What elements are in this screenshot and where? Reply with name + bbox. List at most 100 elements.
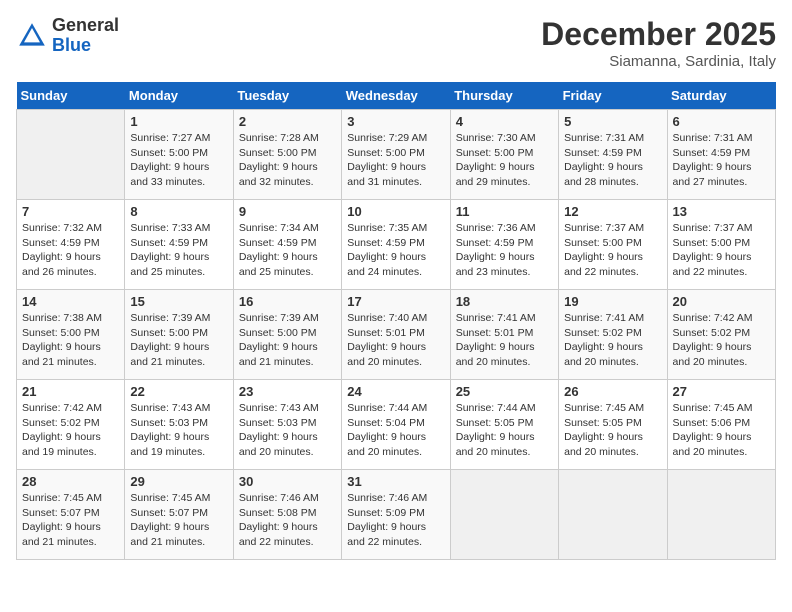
calendar-cell: 23 Sunrise: 7:43 AMSunset: 5:03 PMDayligh… [233,380,341,470]
day-number: 26 [564,384,661,399]
day-number: 22 [130,384,227,399]
calendar-cell: 13Sunrise: 7:37 AMSunset: 5:00 PMDayligh… [667,200,775,290]
weekday-header-row: SundayMondayTuesdayWednesdayThursdayFrid… [17,82,776,110]
calendar-cell: 26 Sunrise: 7:45 AMSunset: 5:05 PMDayligh… [559,380,667,470]
calendar-cell: 24Sunrise: 7:44 AMSunset: 5:04 PMDayligh… [342,380,450,470]
calendar-cell: 2Sunrise: 7:28 AMSunset: 5:00 PMDaylight… [233,110,341,200]
day-number: 5 [564,114,661,129]
calendar-cell: 6 Sunrise: 7:31 AMSunset: 4:59 PMDaylight… [667,110,775,200]
day-number: 31 [347,474,444,489]
logo: General Blue [16,16,119,56]
calendar-cell: 27 Sunrise: 7:45 AMSunset: 5:06 PMDayligh… [667,380,775,470]
day-info: Sunrise: 7:37 AMSunset: 5:00 PMDaylight:… [564,221,661,280]
calendar-cell: 14 Sunrise: 7:38 AMSunset: 5:00 PMDayligh… [17,290,125,380]
day-info: Sunrise: 7:42 AMSunset: 5:02 PMDaylight:… [673,311,770,370]
day-info: Sunrise: 7:39 AMSunset: 5:00 PMDaylight:… [239,311,336,370]
day-info: Sunrise: 7:29 AMSunset: 5:00 PMDaylight:… [347,131,444,190]
day-info: Sunrise: 7:45 AMSunset: 5:05 PMDaylight:… [564,401,661,460]
day-number: 7 [22,204,119,219]
weekday-header: Monday [125,82,233,110]
day-number: 3 [347,114,444,129]
day-info: Sunrise: 7:42 AMSunset: 5:02 PMDaylight:… [22,401,119,460]
weekday-header: Wednesday [342,82,450,110]
day-info: Sunrise: 7:44 AMSunset: 5:05 PMDaylight:… [456,401,553,460]
day-number: 27 [673,384,770,399]
calendar-cell: 11 Sunrise: 7:36 AMSunset: 4:59 PMDayligh… [450,200,558,290]
day-info: Sunrise: 7:45 AMSunset: 5:06 PMDaylight:… [673,401,770,460]
day-info: Sunrise: 7:43 AMSunset: 5:03 PMDaylight:… [239,401,336,460]
day-number: 16 [239,294,336,309]
calendar-cell: 8 Sunrise: 7:33 AMSunset: 4:59 PMDaylight… [125,200,233,290]
calendar-cell [17,110,125,200]
calendar-cell: 15Sunrise: 7:39 AMSunset: 5:00 PMDayligh… [125,290,233,380]
day-info: Sunrise: 7:46 AMSunset: 5:09 PMDaylight:… [347,491,444,550]
calendar-table: SundayMondayTuesdayWednesdayThursdayFrid… [16,82,776,560]
day-number: 20 [673,294,770,309]
page-header: General Blue December 2025 Siamanna, Sar… [16,16,776,70]
calendar-week-row: 28 Sunrise: 7:45 AMSunset: 5:07 PMDayligh… [17,470,776,560]
day-info: Sunrise: 7:41 AMSunset: 5:01 PMDaylight:… [456,311,553,370]
day-number: 1 [130,114,227,129]
weekday-header: Friday [559,82,667,110]
logo-icon [16,20,48,52]
day-number: 14 [22,294,119,309]
day-info: Sunrise: 7:38 AMSunset: 5:00 PMDaylight:… [22,311,119,370]
day-info: Sunrise: 7:41 AMSunset: 5:02 PMDaylight:… [564,311,661,370]
calendar-cell: 12 Sunrise: 7:37 AMSunset: 5:00 PMDayligh… [559,200,667,290]
day-number: 19 [564,294,661,309]
calendar-cell: 29 Sunrise: 7:45 AMSunset: 5:07 PMDayligh… [125,470,233,560]
logo-text: General Blue [52,16,119,56]
calendar-cell: 17 Sunrise: 7:40 AMSunset: 5:01 PMDayligh… [342,290,450,380]
day-info: Sunrise: 7:40 AMSunset: 5:01 PMDaylight:… [347,311,444,370]
month-title: December 2025 [541,16,776,53]
day-number: 17 [347,294,444,309]
weekday-header: Sunday [17,82,125,110]
day-number: 24 [347,384,444,399]
location-subtitle: Siamanna, Sardinia, Italy [541,53,776,70]
calendar-cell: 25Sunrise: 7:44 AMSunset: 5:05 PMDayligh… [450,380,558,470]
weekday-header: Tuesday [233,82,341,110]
calendar-cell: 16 Sunrise: 7:39 AMSunset: 5:00 PMDayligh… [233,290,341,380]
calendar-cell: 21Sunrise: 7:42 AMSunset: 5:02 PMDayligh… [17,380,125,470]
day-number: 9 [239,204,336,219]
calendar-week-row: 14 Sunrise: 7:38 AMSunset: 5:00 PMDayligh… [17,290,776,380]
calendar-week-row: 21Sunrise: 7:42 AMSunset: 5:02 PMDayligh… [17,380,776,470]
day-info: Sunrise: 7:36 AMSunset: 4:59 PMDaylight:… [456,221,553,280]
calendar-cell: 9Sunrise: 7:34 AMSunset: 4:59 PMDaylight… [233,200,341,290]
day-info: Sunrise: 7:35 AMSunset: 4:59 PMDaylight:… [347,221,444,280]
day-number: 6 [673,114,770,129]
day-info: Sunrise: 7:39 AMSunset: 5:00 PMDaylight:… [130,311,227,370]
calendar-cell: 31 Sunrise: 7:46 AMSunset: 5:09 PMDayligh… [342,470,450,560]
weekday-header: Thursday [450,82,558,110]
calendar-cell [559,470,667,560]
calendar-cell: 20 Sunrise: 7:42 AMSunset: 5:02 PMDayligh… [667,290,775,380]
day-info: Sunrise: 7:45 AMSunset: 5:07 PMDaylight:… [130,491,227,550]
calendar-cell: 30 Sunrise: 7:46 AMSunset: 5:08 PMDayligh… [233,470,341,560]
calendar-week-row: 1Sunrise: 7:27 AMSunset: 5:00 PMDaylight… [17,110,776,200]
day-info: Sunrise: 7:30 AMSunset: 5:00 PMDaylight:… [456,131,553,190]
weekday-header: Saturday [667,82,775,110]
day-info: Sunrise: 7:46 AMSunset: 5:08 PMDaylight:… [239,491,336,550]
calendar-cell: 10Sunrise: 7:35 AMSunset: 4:59 PMDayligh… [342,200,450,290]
calendar-week-row: 7 Sunrise: 7:32 AMSunset: 4:59 PMDaylight… [17,200,776,290]
calendar-cell: 1Sunrise: 7:27 AMSunset: 5:00 PMDaylight… [125,110,233,200]
day-number: 4 [456,114,553,129]
day-info: Sunrise: 7:32 AMSunset: 4:59 PMDaylight:… [22,221,119,280]
day-number: 28 [22,474,119,489]
day-number: 8 [130,204,227,219]
day-number: 11 [456,204,553,219]
day-info: Sunrise: 7:31 AMSunset: 4:59 PMDaylight:… [673,131,770,190]
title-block: December 2025 Siamanna, Sardinia, Italy [541,16,776,70]
day-number: 30 [239,474,336,489]
calendar-cell [667,470,775,560]
calendar-cell: 19 Sunrise: 7:41 AMSunset: 5:02 PMDayligh… [559,290,667,380]
day-number: 2 [239,114,336,129]
day-number: 29 [130,474,227,489]
day-info: Sunrise: 7:33 AMSunset: 4:59 PMDaylight:… [130,221,227,280]
calendar-cell: 4 Sunrise: 7:30 AMSunset: 5:00 PMDaylight… [450,110,558,200]
day-info: Sunrise: 7:45 AMSunset: 5:07 PMDaylight:… [22,491,119,550]
day-number: 12 [564,204,661,219]
day-number: 18 [456,294,553,309]
day-info: Sunrise: 7:31 AMSunset: 4:59 PMDaylight:… [564,131,661,190]
day-number: 23 [239,384,336,399]
